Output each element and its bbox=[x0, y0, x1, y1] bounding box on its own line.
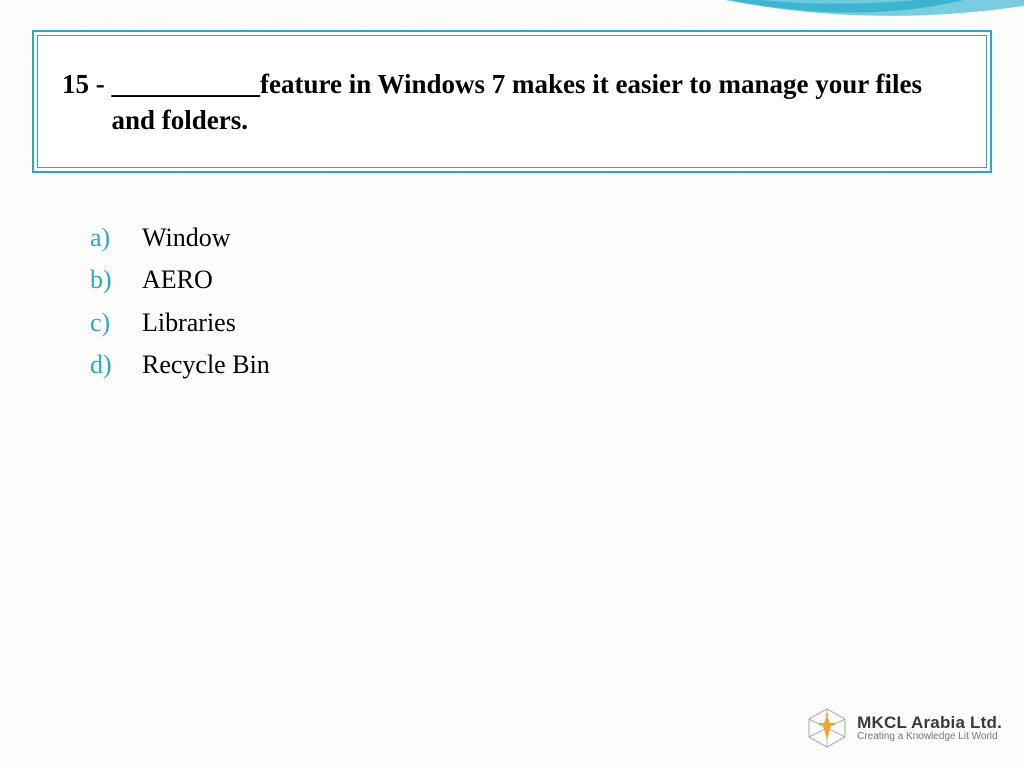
option-text: Libraries bbox=[142, 303, 236, 343]
company-tagline: Creating a Knowledge Lit World bbox=[857, 732, 1002, 743]
question-body: ___________feature in Windows 7 makes it… bbox=[112, 66, 963, 139]
footer-branding: MKCL Arabia Ltd. Creating a Knowledge Li… bbox=[805, 706, 1002, 750]
option-letter: b) bbox=[90, 260, 142, 300]
option-c[interactable]: c) Libraries bbox=[90, 303, 270, 343]
company-text: MKCL Arabia Ltd. Creating a Knowledge Li… bbox=[857, 714, 1002, 742]
option-text: Recycle Bin bbox=[142, 345, 270, 385]
question-frame: 15 - ___________feature in Windows 7 mak… bbox=[32, 30, 992, 173]
option-letter: c) bbox=[90, 303, 142, 343]
option-text: Window bbox=[142, 218, 231, 258]
option-text: AERO bbox=[142, 260, 213, 300]
question-box: 15 - ___________feature in Windows 7 mak… bbox=[37, 35, 987, 168]
question-number: 15 - bbox=[62, 66, 112, 139]
option-d[interactable]: d) Recycle Bin bbox=[90, 345, 270, 385]
option-b[interactable]: b) AERO bbox=[90, 260, 270, 300]
option-letter: d) bbox=[90, 345, 142, 385]
option-a[interactable]: a) Window bbox=[90, 218, 270, 258]
option-letter: a) bbox=[90, 218, 142, 258]
question-text: 15 - ___________feature in Windows 7 mak… bbox=[62, 66, 962, 139]
company-logo-icon bbox=[805, 706, 849, 750]
company-name: MKCL Arabia Ltd. bbox=[857, 714, 1002, 732]
options-list: a) Window b) AERO c) Libraries d) Recycl… bbox=[90, 218, 270, 387]
